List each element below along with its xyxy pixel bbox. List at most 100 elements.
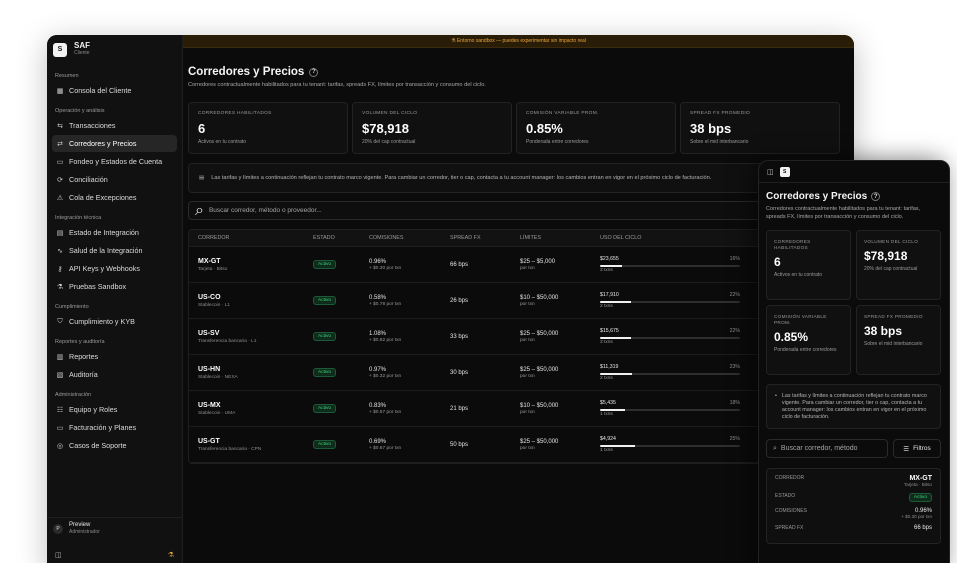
cell-usage: $5,435 18% 1 txns <box>600 400 750 417</box>
brand[interactable]: S SAF Cliente <box>47 35 182 64</box>
sidebar-item-equipo-y-roles[interactable]: ☷ Equipo y Roles <box>52 401 177 418</box>
mobile-logo[interactable]: S <box>779 166 790 177</box>
table-row[interactable]: US-SV Transferencia bancaria · L1 Activo… <box>189 319 839 355</box>
sidebar-section-label: Operación y análisis <box>55 108 105 114</box>
cell-fees: 0.96% + $0.30 por txn <box>369 259 450 271</box>
mobile-search-placeholder: Buscar corredor, método <box>780 445 858 452</box>
mobile-info-text: Las tarifas y límites a continuación ref… <box>781 393 927 420</box>
kpi-sub: Activos en tu contrato <box>198 139 247 145</box>
kpi-card-corridors: CORREDORES HABILITADOS 6 Activos en tu c… <box>188 102 348 154</box>
sidebar-item-casos-de-soporte[interactable]: ◎ Casos de Soporte <box>52 437 177 454</box>
table-row[interactable]: US-MX Stablecoin · UMA Activo 0.83% + $0… <box>189 391 839 427</box>
sidebar-item-pruebas-sandbox[interactable]: ⚗ Pruebas Sandbox <box>52 278 177 295</box>
clipboard-icon: ▤ <box>56 229 64 237</box>
sidebar-item-transacciones[interactable]: ⇆ Transacciones <box>52 117 177 134</box>
mobile-corridor-card[interactable]: CORREDOR MX-GT Tarjeta · Bitso ESTADO Ac… <box>766 468 941 544</box>
status-badge: Activo <box>313 368 337 377</box>
cell-fees: 0.97% + $0.32 por txn <box>369 367 450 379</box>
col-header-fees[interactable]: COMISIONES <box>369 235 450 241</box>
col-header-usage[interactable]: USO DEL CICLO <box>600 235 750 241</box>
usage-progress-bar <box>600 373 740 375</box>
filters-button[interactable]: ☰ Filtros <box>893 439 941 458</box>
sidebar-item-label: Fondeo y Estados de Cuenta <box>69 157 163 166</box>
kpi-sub: Ponderada entre corredores <box>774 347 837 353</box>
limit-unit: por txn <box>520 373 535 379</box>
table-row[interactable]: MX-GT Tarjeta · Bitso Activo 0.96% + $0.… <box>189 247 839 283</box>
sidebar-item-consola-del-cliente[interactable]: ▦ Consola del Cliente <box>52 82 177 99</box>
col-header-limits[interactable]: LÍMITES <box>520 235 600 241</box>
col-header-spread[interactable]: SPREAD FX <box>450 235 520 241</box>
sidebar-item-label: Salud de la Integración <box>69 246 143 255</box>
support-icon: ◎ <box>56 442 64 450</box>
usage-amount: $15,675 <box>600 328 619 334</box>
sidebar-item-label: Cumplimiento y KYB <box>69 317 135 326</box>
status-badge: Activo <box>908 493 932 502</box>
sidebar-item-estado-de-integracion[interactable]: ▤ Estado de Integración <box>52 224 177 241</box>
panel-toggle-icon[interactable]: ◫ <box>55 551 62 559</box>
sidebar-item-api-keys-y-webhooks[interactable]: ⚷ API Keys y Webhooks <box>52 260 177 277</box>
sidebar-item-label: Cola de Excepciones <box>69 193 137 202</box>
usage-percent: 25% <box>729 436 740 442</box>
table-row[interactable]: US-HN Stablecoin · NEXA Activo 0.97% + $… <box>189 355 839 391</box>
fee-percent: 0.69% <box>369 438 387 445</box>
kpi-label: SPREAD FX PROMEDIO <box>690 111 751 116</box>
sidebar-item-cola-de-excepciones[interactable]: ⚠ Cola de Excepciones <box>52 189 177 206</box>
sidebar-nav: Resumen ▦ Consola del Cliente Operación y a… <box>47 73 182 454</box>
corridor-name: MX-GT <box>198 257 221 265</box>
help-icon[interactable]: ? <box>871 192 881 201</box>
table-row[interactable]: US-CO Stablecoin · L1 Activo 0.58% + $0.… <box>189 283 839 319</box>
limit-unit: por txn <box>520 265 535 271</box>
kpi-label: VOLUMEN DEL CICLO <box>864 239 919 244</box>
col-header-status[interactable]: ESTADO <box>313 235 369 241</box>
sidebar-item-auditoria[interactable]: ▧ Auditoría <box>52 366 177 383</box>
sidebar-item-cumplimiento-y-kyb[interactable]: ⛉ Cumplimiento y KYB <box>52 313 177 330</box>
cell-usage: $15,675 22% 3 txns <box>600 328 750 345</box>
col-header-corridor[interactable]: CORREDOR <box>189 235 313 241</box>
usage-percent: 22% <box>729 328 740 334</box>
sidebar-item-label: Reportes <box>69 352 99 361</box>
sidebar-item-reportes[interactable]: ▥ Reportes <box>52 348 177 365</box>
usage-txns: 1 txns <box>600 448 613 453</box>
sidebar-item-corredores-y-precios[interactable]: ⇄ Corredores y Precios <box>52 135 177 152</box>
usage-percent: 23% <box>729 364 740 370</box>
usage-progress-fill <box>600 301 631 303</box>
corridor-name: US-GT <box>198 437 220 445</box>
usage-progress-fill <box>600 373 633 375</box>
kpi-label: COMISIÓN VARIABLE PROM. <box>526 111 599 116</box>
brand-name: SAF <box>74 41 90 50</box>
limit-range: $25 – $50,000 <box>520 330 559 337</box>
user-profile[interactable]: P Preview Administrador <box>47 517 182 539</box>
kpi-value: 0.85% <box>526 121 563 136</box>
cell-status: Activo <box>313 404 369 413</box>
cell-status: Activo <box>313 296 369 305</box>
search-bar[interactable]: ⌕ <box>188 201 840 220</box>
mobile-search-input[interactable]: ⌕ Buscar corredor, método <box>766 439 888 458</box>
brand-logo: S <box>53 42 67 57</box>
cell-usage: $4,924 25% 1 txns <box>600 436 750 453</box>
kpi-sub: Activos en tu contrato <box>774 272 823 278</box>
sidebar-item-conciliacion[interactable]: ⟳ Conciliación <box>52 171 177 188</box>
kpi-sub: Sobre el mid interbancario <box>690 139 749 145</box>
sidebar-item-fondeo-y-estados-de-cuenta[interactable]: ▭ Fondeo y Estados de Cuenta <box>52 153 177 170</box>
usage-percent: 22% <box>729 292 740 298</box>
sidebar-section-label: Reportes y auditoría <box>55 339 105 345</box>
usage-progress-fill <box>600 337 631 339</box>
search-input[interactable] <box>208 207 609 214</box>
usage-progress-bar <box>600 445 740 447</box>
grid-icon: ▦ <box>56 87 64 95</box>
sidebar-item-label: Corredores y Precios <box>69 139 137 148</box>
help-icon[interactable]: ? <box>309 67 319 77</box>
sidebar-item-facturacion-y-planes[interactable]: ▭ Facturación y Planes <box>52 419 177 436</box>
usage-percent: 16% <box>729 256 740 262</box>
document-icon: ▤ <box>199 175 205 181</box>
usage-amount: $5,435 <box>600 400 616 406</box>
table-row[interactable]: US-GT Transferencia bancaria · CPN Activ… <box>189 427 839 463</box>
main-content: ⚗ Entorno sandbox — puedes experimentar … <box>183 35 854 563</box>
panel-toggle-icon[interactable]: ◫ <box>767 168 774 176</box>
kpi-card-commission: COMISIÓN VARIABLE PROM. 0.85% Ponderada … <box>516 102 676 154</box>
sandbox-banner: ⚗ Entorno sandbox — puedes experimentar … <box>183 35 854 48</box>
filters-label: Filtros <box>913 445 931 452</box>
sidebar-item-salud-de-la-integracion[interactable]: ∿ Salud de la Integración <box>52 242 177 259</box>
sandbox-flask-icon[interactable]: ⚗ <box>168 551 174 559</box>
status-badge: Activo <box>313 332 337 341</box>
